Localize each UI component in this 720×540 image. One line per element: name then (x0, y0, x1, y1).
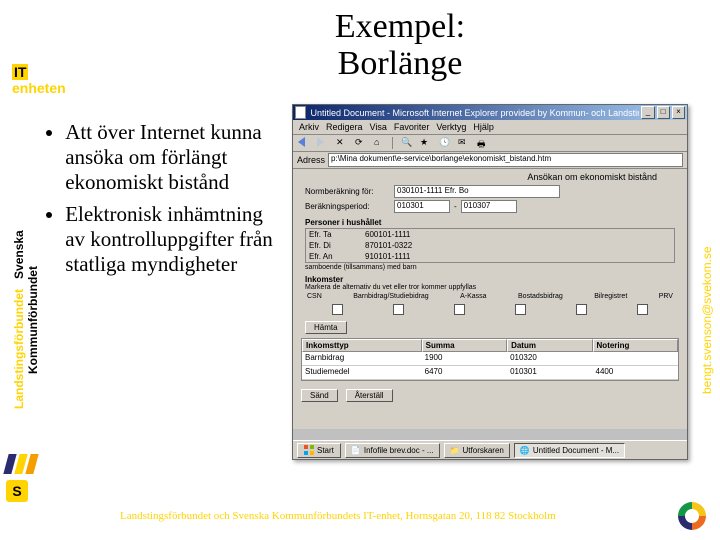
col-note: Notering (593, 339, 678, 352)
brand-enheten: enheten (12, 80, 66, 96)
windows-logo-icon (304, 445, 314, 455)
bottom-right-ring-icon (678, 502, 706, 530)
checkbox-akassa[interactable] (454, 304, 465, 315)
ie-icon (295, 106, 306, 119)
forward-button[interactable] (316, 136, 332, 150)
favorites-button[interactable]: ★ (419, 136, 435, 150)
address-bar: Adress p:\Mina dokument\e-service\borlan… (293, 152, 687, 169)
send-button[interactable]: Sänd (301, 389, 338, 402)
person-name: Efr. An (306, 251, 362, 262)
right-email-vertical: bengt.svenson@svekom.se (700, 200, 714, 440)
start-button[interactable]: Start (297, 443, 341, 458)
bullet-1: Att över Internet kunna ansöka om förlän… (65, 120, 280, 196)
norm-label: Normberäkning för: (305, 187, 390, 196)
mail-button[interactable]: ✉ (457, 136, 473, 150)
period-from[interactable]: 010301 (394, 200, 450, 213)
taskbar-item-active[interactable]: 🌐Untitled Document - M... (514, 443, 625, 458)
checkbox-headers: CSN Barnbidrag/Studiebidrag A-Kassa Bost… (293, 291, 687, 302)
brand-top-left: IT enheten (12, 64, 66, 96)
checkbox-bilregistret[interactable] (576, 304, 587, 315)
brand-it: IT (12, 64, 28, 80)
back-button[interactable] (297, 136, 313, 150)
menu-edit[interactable]: Redigera (326, 122, 363, 132)
person-id: 870101-0322 (362, 240, 415, 251)
menu-file[interactable]: Arkiv (299, 122, 319, 132)
persons-note: samboende (tillsammans) med barn (293, 264, 687, 271)
menu-bar: Arkiv Redigera Visa Favoriter Verktyg Hj… (293, 120, 687, 135)
menu-tools[interactable]: Verktyg (436, 122, 466, 132)
checkbox-bostadsbidrag[interactable] (515, 304, 526, 315)
home-button[interactable]: ⌂ (373, 136, 389, 150)
window-title: Untitled Document - Microsoft Internet E… (310, 108, 639, 118)
income-sub: Markera de alternativ du vet eller tror … (293, 284, 687, 291)
window-titlebar[interactable]: Untitled Document - Microsoft Internet E… (293, 105, 687, 120)
windows-taskbar: Start 📄Infofile brev.doc - ... 📁Utforska… (293, 440, 687, 459)
bullet-list: Att över Internet kunna ansöka om förlän… (40, 120, 280, 283)
maximize-button[interactable]: □ (657, 106, 670, 119)
person-id: 910101-1111 (362, 251, 413, 262)
arrow-forward-icon (317, 137, 324, 147)
refresh-button[interactable]: ⟳ (354, 136, 370, 150)
income-header: Inkomster (293, 271, 687, 284)
income-table: Inkomsttyp Summa Datum Notering Barnbidr… (301, 338, 679, 381)
persons-table: Efr. Ta600101-1111 Efr. Di870101-0322 Ef… (305, 228, 675, 263)
person-name: Efr. Di (306, 240, 362, 251)
history-button[interactable]: 🕓 (438, 136, 454, 150)
bottom-left-logos: S (6, 454, 36, 502)
menu-view[interactable]: Visa (370, 122, 387, 132)
toolbar: ✕ ⟳ ⌂ 🔍 ★ 🕓 ✉ 🖶 (293, 135, 687, 152)
checkbox-csn[interactable] (332, 304, 343, 315)
minimize-button[interactable]: _ (641, 106, 654, 119)
persons-header: Personer i hushållet (293, 214, 687, 227)
reset-button[interactable]: Återställ (346, 389, 393, 402)
stripes-icon (3, 454, 38, 474)
arrow-back-icon (298, 137, 305, 147)
page-body: Ansökan om ekonomiskt bistånd Normberäkn… (293, 169, 687, 429)
bullet-2: Elektronisk inhämtning av kontrolluppgif… (65, 202, 280, 278)
stop-button[interactable]: ✕ (335, 136, 351, 150)
checkbox-prv[interactable] (637, 304, 648, 315)
left-sponsor-vertical: Landstingsförbundet Svenska Kommunförbun… (12, 200, 26, 440)
page-heading: Ansökan om ekonomiskt bistånd (293, 169, 687, 184)
sk-badge-icon: S (6, 480, 28, 502)
col-date: Datum (507, 339, 592, 352)
close-button[interactable]: × (672, 106, 685, 119)
period-label: Beräkningsperiod: (305, 202, 390, 211)
fetch-button[interactable]: Hämta (305, 321, 347, 334)
col-type: Inkomsttyp (302, 339, 422, 352)
menu-favorites[interactable]: Favoriter (394, 122, 430, 132)
menu-help[interactable]: Hjälp (473, 122, 494, 132)
taskbar-item[interactable]: 📄Infofile brev.doc - ... (345, 443, 440, 458)
address-input[interactable]: p:\Mina dokument\e-service\borlange\ekon… (328, 153, 683, 167)
norm-input[interactable]: 030101-1111 Efr. Bo (394, 185, 560, 198)
col-sum: Summa (422, 339, 507, 352)
footer-text: Landstingsförbundet och Svenska Kommunfö… (120, 510, 556, 522)
print-button[interactable]: 🖶 (476, 136, 492, 150)
address-label: Adress (297, 155, 325, 165)
search-button[interactable]: 🔍 (400, 136, 416, 150)
embedded-browser-window: Untitled Document - Microsoft Internet E… (292, 104, 688, 460)
person-name: Efr. Ta (306, 229, 362, 240)
period-to[interactable]: 010307 (461, 200, 517, 213)
slide-title: Exempel: Borlänge (270, 8, 530, 83)
taskbar-item[interactable]: 📁Utforskaren (444, 443, 510, 458)
table-row: Studiemedel 6470 010301 4400 (302, 366, 678, 380)
checkbox-row (293, 302, 687, 317)
table-row: Barnbidrag 1900 010320 (302, 352, 678, 366)
person-id: 600101-1111 (362, 229, 413, 240)
checkbox-barnbidrag[interactable] (393, 304, 404, 315)
